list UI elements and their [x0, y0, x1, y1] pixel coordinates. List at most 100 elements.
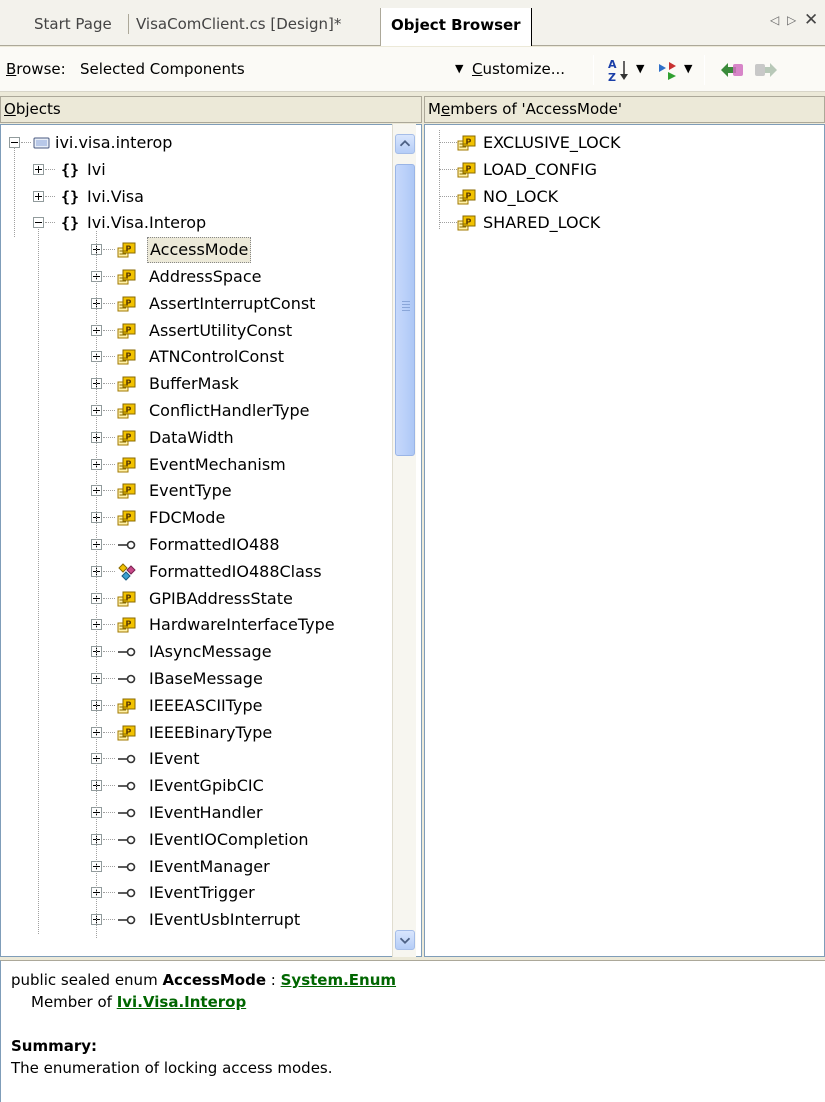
customize-button[interactable]: Customize... — [472, 60, 565, 78]
tree-item-namespace[interactable]: {} Ivi.Visa.Interop — [1, 210, 393, 236]
scroll-tabs-left-icon[interactable]: ◁ — [770, 13, 779, 27]
tree-item-type[interactable]: FormattedIO488Class — [1, 559, 393, 585]
tree-item-label: IEventUsbInterrupt — [149, 910, 301, 930]
tree-item-label: AssertInterruptConst — [149, 293, 316, 313]
members-list[interactable]: P EXCLUSIVE_LOCK P LOAD_CONFIG P NO_LOCK P SHAR… — [424, 124, 825, 957]
tree-item-type[interactable]: P FDCMode — [1, 505, 393, 531]
tree-item-label: DataWidth — [149, 427, 234, 447]
member-label: SHARED_LOCK — [483, 213, 601, 233]
tab-object-browser[interactable]: Object Browser — [380, 8, 532, 46]
enum-icon: P — [117, 375, 137, 393]
member-label: NO_LOCK — [483, 186, 559, 206]
tree-item-label: FDCMode — [149, 508, 226, 528]
toolbar-separator — [704, 55, 705, 85]
enum-icon: P — [117, 429, 137, 447]
tree-item-type[interactable]: P AddressSpace — [1, 264, 393, 290]
group-dropdown-arrow-icon[interactable]: ▼ — [684, 62, 692, 75]
sort-dropdown-arrow-icon[interactable]: ▼ — [636, 62, 644, 75]
tab-visacomclient-design[interactable]: VisaComClient.cs [Design]* — [136, 12, 341, 36]
tree-item-label: Ivi.Visa.Interop — [87, 213, 207, 233]
enum-icon: P — [117, 456, 137, 474]
enum-icon: P — [117, 482, 137, 500]
members-pane-header: Members of 'AccessMode' — [424, 96, 825, 123]
objects-pane-header: Objects — [0, 96, 422, 123]
browse-dropdown[interactable]: Selected Components — [80, 60, 245, 78]
tree-item-type[interactable]: IEventGpibCIC — [1, 773, 393, 799]
tree-item-type[interactable]: P IEEEBinaryType — [1, 720, 393, 746]
interface-icon — [117, 750, 137, 768]
sort-az-icon[interactable]: A Z — [604, 56, 632, 84]
tree-item-type[interactable]: P BufferMask — [1, 371, 393, 397]
svg-text:P: P — [126, 620, 132, 629]
tree-item-type[interactable]: IEventUsbInterrupt — [1, 907, 393, 933]
type-name: AccessMode — [162, 971, 267, 989]
tab-start-page[interactable]: Start Page — [34, 12, 112, 36]
interface-icon — [117, 858, 137, 876]
svg-text:A: A — [608, 58, 617, 71]
tree-item-type[interactable]: IEventTrigger — [1, 880, 393, 906]
objects-scrollbar[interactable] — [392, 124, 416, 957]
tree-item-label: IEventManager — [149, 856, 270, 876]
svg-text:P: P — [126, 379, 132, 388]
tree-item-assembly[interactable]: ivi.visa.interop — [1, 130, 393, 156]
tree-item-type[interactable]: IAsyncMessage — [1, 639, 393, 665]
svg-text:{}: {} — [61, 214, 79, 232]
expand-icon[interactable] — [33, 190, 44, 202]
tree-item-type[interactable]: P GPIBAddressState — [1, 586, 393, 612]
tab-separator — [128, 14, 129, 34]
scrollbar-thumb[interactable] — [395, 164, 415, 456]
tree-item-type[interactable]: P IEEEASCIIType — [1, 693, 393, 719]
tree-item-type[interactable]: IEventManager — [1, 854, 393, 880]
tree-item-type[interactable]: IBaseMessage — [1, 666, 393, 692]
declaration-line: public sealed enum AccessMode : System.E… — [11, 971, 396, 989]
scroll-up-button[interactable] — [395, 134, 415, 154]
tree-item-label: IEEEASCIIType — [149, 695, 263, 715]
member-label: EXCLUSIVE_LOCK — [483, 133, 621, 152]
svg-text:P: P — [126, 245, 132, 254]
base-type-link[interactable]: System.Enum — [281, 971, 396, 989]
scroll-down-button[interactable] — [395, 930, 415, 950]
enum-icon: P — [117, 348, 137, 366]
tree-item-type[interactable]: IEvent — [1, 746, 393, 772]
member-item[interactable]: P SHARED_LOCK — [425, 210, 824, 236]
group-by-icon[interactable] — [654, 56, 682, 84]
tree-item-label: HardwareInterfaceType — [149, 615, 335, 635]
summary-text: The enumeration of locking access modes. — [11, 1059, 333, 1077]
member-item[interactable]: P NO_LOCK — [425, 184, 824, 210]
tree-item-label: GPIBAddressState — [149, 588, 293, 608]
tree-item-type[interactable]: IEventIOCompletion — [1, 827, 393, 853]
interface-icon — [117, 777, 137, 795]
tree-item-type[interactable]: P ConflictHandlerType — [1, 398, 393, 424]
navigate-back-icon[interactable] — [718, 56, 746, 84]
tree-item-namespace[interactable]: {} Ivi — [1, 157, 393, 183]
tree-item-label: EventMechanism — [149, 454, 286, 474]
tree-item-type[interactable]: P EventType — [1, 478, 393, 504]
svg-text:{}: {} — [61, 188, 79, 206]
objects-tree[interactable]: ivi.visa.interop {} Ivi {} Ivi.Visa {} Ivi.Vis… — [0, 124, 422, 957]
member-item[interactable]: P LOAD_CONFIG — [425, 157, 824, 183]
enum-member-icon: P — [457, 134, 477, 152]
tree-item-namespace[interactable]: {} Ivi.Visa — [1, 184, 393, 210]
scroll-tabs-right-icon[interactable]: ▷ — [787, 13, 796, 27]
tree-item-type[interactable]: P DataWidth — [1, 425, 393, 451]
tree-item-type[interactable]: P EventMechanism — [1, 452, 393, 478]
tree-item-type[interactable]: P AssertUtilityConst — [1, 318, 393, 344]
expand-icon[interactable] — [33, 163, 44, 175]
svg-text:P: P — [126, 406, 132, 415]
tree-item-type[interactable]: P HardwareInterfaceType — [1, 612, 393, 638]
browse-dropdown-arrow-icon[interactable]: ▼ — [455, 62, 463, 75]
member-item[interactable]: P EXCLUSIVE_LOCK — [425, 130, 824, 156]
enum-icon: P — [117, 241, 137, 259]
svg-text:Z: Z — [608, 71, 616, 84]
navigate-forward-icon[interactable] — [752, 56, 780, 84]
close-tab-icon[interactable]: ✕ — [804, 10, 818, 30]
namespace-link[interactable]: Ivi.Visa.Interop — [117, 993, 246, 1011]
tree-item-type[interactable]: P ATNControlConst — [1, 344, 393, 370]
tree-item-type[interactable]: P AssertInterruptConst — [1, 291, 393, 317]
tree-item-type[interactable]: P AccessMode — [1, 237, 393, 264]
browse-label: Browse: — [6, 60, 66, 78]
tree-item-label: IEventGpibCIC — [149, 776, 264, 796]
tree-item-type[interactable]: FormattedIO488 — [1, 532, 393, 558]
tree-item-type[interactable]: IEventHandler — [1, 800, 393, 826]
toolbar-separator — [593, 55, 594, 85]
